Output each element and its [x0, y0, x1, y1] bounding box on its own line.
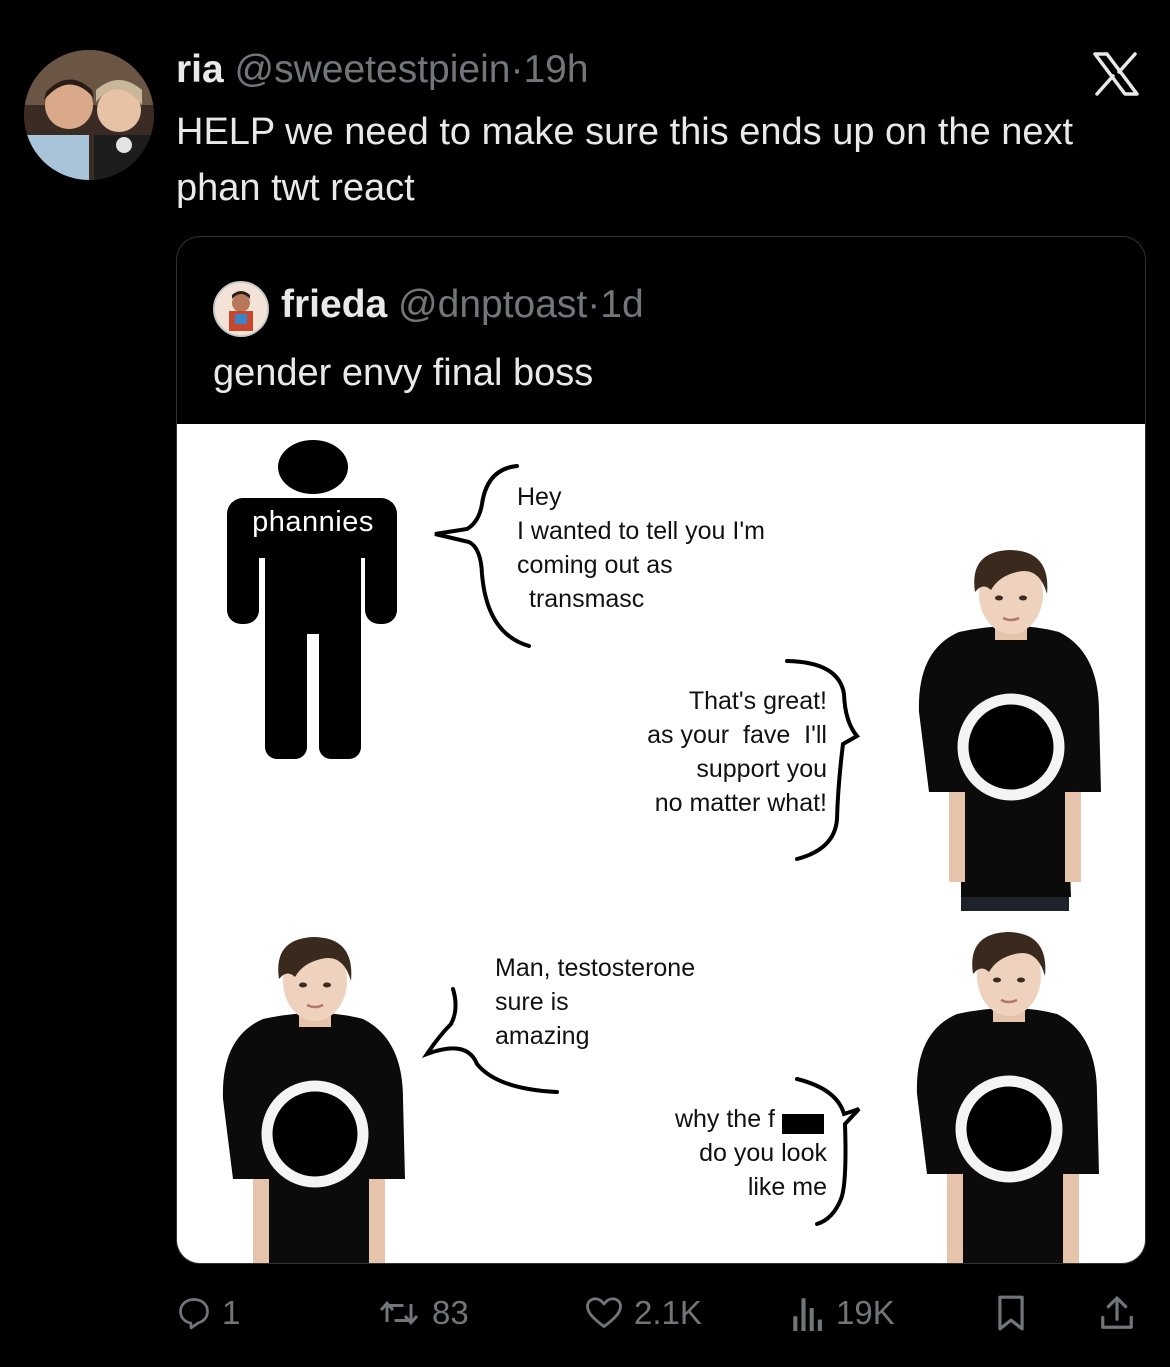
quoted-tweet-text: gender envy final boss [213, 352, 594, 394]
author-handle[interactable]: @sweetestpiein [235, 48, 511, 91]
separator: · [510, 48, 524, 91]
bookmark-icon [998, 1295, 1024, 1331]
person-photo [222, 937, 405, 1263]
bubble-line: transmasc [529, 585, 645, 613]
bubble-line: why the f [674, 1105, 775, 1133]
repost-icon [379, 1300, 419, 1326]
share-button[interactable] [1098, 1283, 1136, 1343]
bubble-1-text: Hey I wanted to tell you I'm coming out … [517, 480, 765, 616]
bubble-line: sure is [495, 988, 569, 1016]
author-name[interactable]: ria [176, 48, 224, 91]
bubble-line: I wanted to tell you I'm [517, 517, 765, 545]
repost-count: 83 [432, 1294, 469, 1331]
figure-label: phannies [252, 506, 374, 538]
quoted-tweet[interactable]: frieda @dnptoast·1d gender envy final bo… [176, 236, 1146, 1264]
views-button[interactable]: 19K [790, 1283, 895, 1343]
view-count: 19K [836, 1294, 895, 1331]
tweet-time[interactable]: 19h [523, 48, 588, 91]
share-icon [1101, 1296, 1133, 1329]
bubble-line: That's great! [688, 687, 827, 715]
like-icon [586, 1297, 622, 1328]
like-count: 2.1K [634, 1294, 702, 1331]
bubble-line: amazing [495, 1022, 590, 1050]
tweet-actions: 1 83 2.1K 19K [0, 1283, 1170, 1343]
quoted-author-avatar[interactable] [213, 281, 269, 337]
person-photo [918, 550, 1101, 911]
bubble-line: do you look [699, 1139, 827, 1167]
bubble-3-text: Man, testosterone sure is amazing [495, 951, 695, 1053]
quoted-author-handle[interactable]: @dnptoast [398, 283, 587, 326]
person-photo [916, 932, 1099, 1263]
bubble-line: support you [696, 755, 827, 783]
bookmark-button[interactable] [994, 1283, 1028, 1343]
bubble-2-text: That's great! as your fave I'll support … [557, 684, 827, 820]
bubble-line: as your fave I'll [647, 721, 827, 749]
reply-icon [179, 1298, 209, 1330]
separator: · [587, 283, 601, 326]
bubble-line: coming out as [517, 551, 673, 579]
quoted-tweet-time[interactable]: 1d [600, 283, 643, 326]
reply-count: 1 [222, 1294, 241, 1331]
repost-button[interactable]: 83 [376, 1283, 469, 1343]
bubble-line: Hey [517, 483, 562, 511]
x-logo-icon[interactable] [1092, 52, 1140, 96]
stick-figure [227, 440, 397, 759]
tweet-header: ria @sweetestpiein·19h [176, 48, 589, 92]
bubble-line: like me [747, 1173, 827, 1201]
views-icon [793, 1298, 822, 1331]
like-button[interactable]: 2.1K [584, 1283, 702, 1343]
meme-image[interactable]: phannies Hey I wanted to tell you I'm co… [177, 424, 1145, 1263]
bubble-line: no matter what! [654, 789, 827, 817]
author-avatar[interactable] [24, 50, 154, 180]
quoted-author-name[interactable]: frieda [281, 283, 387, 326]
reply-button[interactable]: 1 [176, 1283, 240, 1343]
quoted-tweet-header: frieda @dnptoast·1d [281, 279, 644, 331]
bubble-4-text: why the f do you look like me [597, 1102, 827, 1204]
bubble-line: Man, testosterone [495, 954, 696, 982]
tweet-text: HELP we need to make sure this ends up o… [176, 111, 1074, 209]
